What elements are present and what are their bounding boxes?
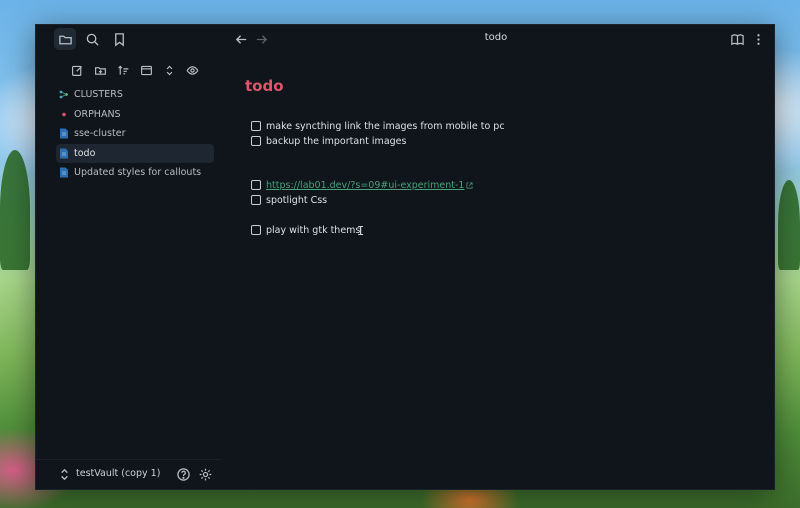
- task-text[interactable]: make syncthing link the images from mobi…: [266, 121, 505, 132]
- task-text[interactable]: play with gtk thems: [266, 225, 360, 236]
- text-cursor-icon: I: [357, 224, 365, 238]
- folder-icon[interactable]: [54, 28, 76, 50]
- reading-view-icon[interactable]: [726, 28, 748, 50]
- file-item-sse-cluster[interactable]: sse-cluster: [56, 124, 214, 144]
- file-item-clusters[interactable]: CLUSTERS: [56, 85, 214, 105]
- cluster-icon: [59, 90, 68, 99]
- back-arrow-icon[interactable]: [230, 28, 252, 50]
- gear-icon[interactable]: [196, 465, 214, 483]
- bookmark-icon[interactable]: [108, 28, 130, 50]
- file-list: CLUSTERS ORPHANS sse-cluster todo Update…: [56, 85, 214, 183]
- task-checkbox[interactable]: [251, 136, 261, 146]
- vault-name[interactable]: testVault (copy 1): [76, 468, 160, 479]
- new-folder-icon[interactable]: [91, 61, 109, 79]
- task-item: backup the important images: [251, 134, 406, 148]
- file-item-label: Updated styles for callouts: [74, 167, 202, 179]
- chevron-updown-icon[interactable]: [55, 465, 73, 483]
- task-checkbox[interactable]: [251, 225, 261, 235]
- forward-arrow-icon[interactable]: [250, 28, 272, 50]
- file-icon: [60, 128, 68, 139]
- expand-icon[interactable]: [160, 61, 178, 79]
- background-tree: [0, 150, 30, 270]
- note-title-header: todo: [484, 32, 508, 43]
- orphan-icon: [62, 112, 66, 116]
- task-checkbox[interactable]: [251, 180, 261, 190]
- file-item-todo[interactable]: todo: [56, 143, 214, 163]
- task-item: make syncthing link the images from mobi…: [251, 119, 505, 133]
- help-icon[interactable]: [174, 465, 192, 483]
- file-item-label: CLUSTERS: [74, 89, 123, 101]
- task-item: play with gtk thems: [251, 223, 360, 237]
- file-item-orphans[interactable]: ORPHANS: [56, 105, 214, 125]
- task-item: spotlight Css: [251, 193, 327, 207]
- file-icon: [60, 167, 68, 178]
- search-icon[interactable]: [81, 28, 103, 50]
- sort-icon[interactable]: [114, 61, 132, 79]
- new-note-icon[interactable]: [68, 61, 86, 79]
- document-title[interactable]: todo: [245, 77, 284, 95]
- task-item: https://lab01.dev/?s=09#ui-experiment-1: [251, 178, 473, 192]
- background-tree: [778, 180, 800, 270]
- collapse-icon[interactable]: [137, 61, 155, 79]
- task-checkbox[interactable]: [251, 121, 261, 131]
- sidebar: CLUSTERS ORPHANS sse-cluster todo Update…: [36, 25, 221, 489]
- file-item-label: ORPHANS: [74, 108, 121, 120]
- file-icon: [60, 148, 68, 158]
- task-link[interactable]: https://lab01.dev/?s=09#ui-experiment-1: [266, 180, 464, 191]
- task-checkbox[interactable]: [251, 195, 261, 205]
- more-options-icon[interactable]: [747, 28, 769, 50]
- eye-icon[interactable]: [183, 61, 201, 79]
- task-text[interactable]: backup the important images: [266, 136, 406, 147]
- external-link-icon: [467, 182, 473, 188]
- file-item-label: sse-cluster: [74, 128, 126, 140]
- file-item-label: todo: [74, 147, 96, 159]
- app-window: CLUSTERS ORPHANS sse-cluster todo Update…: [35, 24, 775, 490]
- vault-switcher[interactable]: testVault (copy 1): [36, 459, 221, 489]
- file-item-updated-styles[interactable]: Updated styles for callouts: [56, 163, 214, 183]
- file-explorer-toolbar: [64, 61, 214, 81]
- task-text[interactable]: spotlight Css: [266, 195, 327, 206]
- sidebar-topbar: [36, 25, 221, 53]
